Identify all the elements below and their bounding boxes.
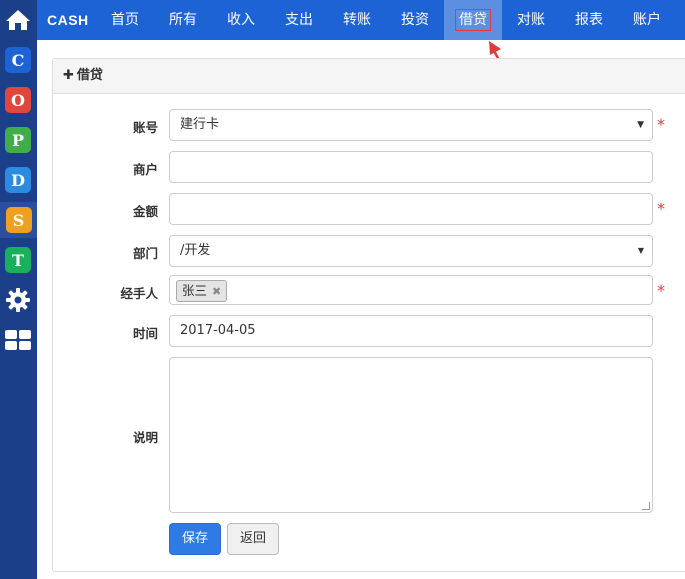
nav-report-label: 报表 (575, 12, 603, 28)
nav-home[interactable]: 首页 (101, 0, 149, 40)
nav-investment[interactable]: 投资 (391, 0, 439, 40)
resize-grip-icon[interactable] (642, 502, 650, 510)
panel-header: ✚ 借贷 (53, 59, 685, 94)
nav-reconcile-label: 对账 (517, 12, 545, 28)
brand-logo[interactable]: CASH (47, 12, 89, 28)
nav-report[interactable]: 报表 (565, 0, 613, 40)
app-c-icon[interactable]: C (3, 45, 33, 75)
back-button[interactable]: 返回 (227, 523, 279, 555)
account-select[interactable]: 建行卡 ▼ (169, 109, 653, 141)
nav-all-label: 所有 (169, 12, 197, 28)
app-c-letter: C (11, 50, 25, 70)
amount-input[interactable] (169, 193, 653, 225)
nav-expense[interactable]: 支出 (275, 0, 323, 40)
nav-income-label: 收入 (227, 12, 255, 28)
grid-icon[interactable] (3, 325, 33, 355)
nav-all[interactable]: 所有 (159, 0, 207, 40)
save-button[interactable]: 保存 (169, 523, 221, 555)
app-s-letter: S (12, 210, 25, 230)
note-label: 说明 (132, 430, 158, 445)
app-o-letter: O (11, 90, 25, 110)
nav-account-label: 账户 (633, 12, 661, 28)
app-t-letter: T (12, 250, 24, 270)
caret-down-icon: ▼ (637, 246, 644, 255)
nav-transfer-label: 转账 (343, 12, 371, 28)
time-label: 时间 (132, 326, 158, 341)
app-s-icon[interactable]: S (0, 202, 37, 238)
app-t-icon[interactable]: T (3, 245, 33, 275)
note-textarea[interactable] (169, 357, 653, 513)
department-value: /开发 (180, 243, 211, 258)
chevron-down-icon: ▼ (637, 120, 644, 130)
nav-transfer[interactable]: 转账 (333, 0, 381, 40)
home-icon[interactable] (3, 5, 33, 35)
nav-account[interactable]: 账户 (623, 0, 671, 40)
plus-icon: ✚ (63, 68, 74, 83)
top-nav: CASH 首页 所有 收入 支出 转账 投资 借贷 对账 报表 账户 (37, 0, 685, 40)
nav-home-label: 首页 (111, 12, 139, 28)
department-select[interactable]: /开发 ▼ (169, 235, 653, 267)
app-o-icon[interactable]: O (3, 85, 33, 115)
handler-multiselect[interactable]: 张三 ✖ (169, 275, 653, 305)
nav-loan-label: 借贷 (455, 9, 491, 31)
merchant-input[interactable] (169, 151, 653, 183)
nav-reconcile[interactable]: 对账 (507, 0, 555, 40)
handler-label: 经手人 (120, 286, 158, 301)
required-mark: * (657, 199, 665, 218)
loan-panel: ✚ 借贷 账号 建行卡 ▼ * 商户 金额 * 部门 /开发 ▼ 经手人 张三 ✖ … (52, 58, 685, 572)
nav-investment-label: 投资 (401, 12, 429, 28)
handler-tag: 张三 ✖ (176, 280, 228, 302)
amount-label: 金额 (132, 204, 158, 219)
nav-income[interactable]: 收入 (217, 0, 265, 40)
handler-tag-label: 张三 (182, 283, 208, 298)
nav-loan[interactable]: 借贷 (444, 0, 502, 40)
nav-expense-label: 支出 (285, 12, 313, 28)
required-mark: * (657, 115, 665, 134)
account-label: 账号 (132, 120, 158, 135)
merchant-label: 商户 (132, 162, 158, 177)
app-p-letter: P (11, 130, 25, 150)
app-d-letter: D (11, 170, 25, 190)
department-label: 部门 (132, 246, 158, 261)
required-mark: * (657, 281, 665, 300)
remove-tag-icon[interactable]: ✖ (212, 285, 221, 298)
app-p-icon[interactable]: P (3, 125, 33, 155)
account-value: 建行卡 (180, 117, 220, 132)
panel-title: 借贷 (76, 68, 103, 83)
gear-icon[interactable] (3, 285, 33, 315)
time-input[interactable]: 2017-04-05 (169, 315, 653, 347)
app-d-icon[interactable]: D (3, 165, 33, 195)
app-rail: C O P D S T (0, 0, 37, 579)
